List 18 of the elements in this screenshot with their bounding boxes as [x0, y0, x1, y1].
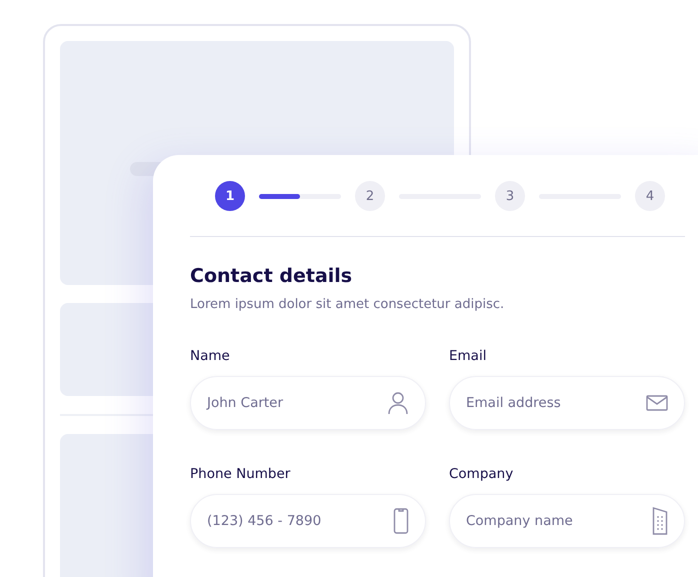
step-indicator[interactable]: 2: [355, 181, 385, 211]
step-indicator[interactable]: 4: [635, 181, 665, 211]
field-label: Name: [190, 348, 231, 364]
field-label: Email: [449, 348, 488, 364]
envelope-icon: [646, 395, 668, 411]
step-indicator[interactable]: 1: [215, 181, 245, 211]
input-field[interactable]: (123) 456 - 7890: [190, 494, 426, 548]
section-title: Contact details: [190, 265, 354, 287]
input-field[interactable]: Email address: [449, 376, 685, 430]
input-field[interactable]: Company name: [449, 494, 685, 548]
field-label: Company: [449, 466, 514, 482]
section-description: Lorem ipsum dolor sit amet consectetur adipisc.: [190, 297, 506, 312]
person-icon: [387, 391, 409, 415]
building-icon: [652, 507, 668, 535]
step-indicator[interactable]: 3: [495, 181, 525, 211]
phone-icon: [393, 508, 409, 534]
input-field[interactable]: John Carter: [190, 376, 426, 430]
field-label: Phone Number: [190, 466, 292, 482]
